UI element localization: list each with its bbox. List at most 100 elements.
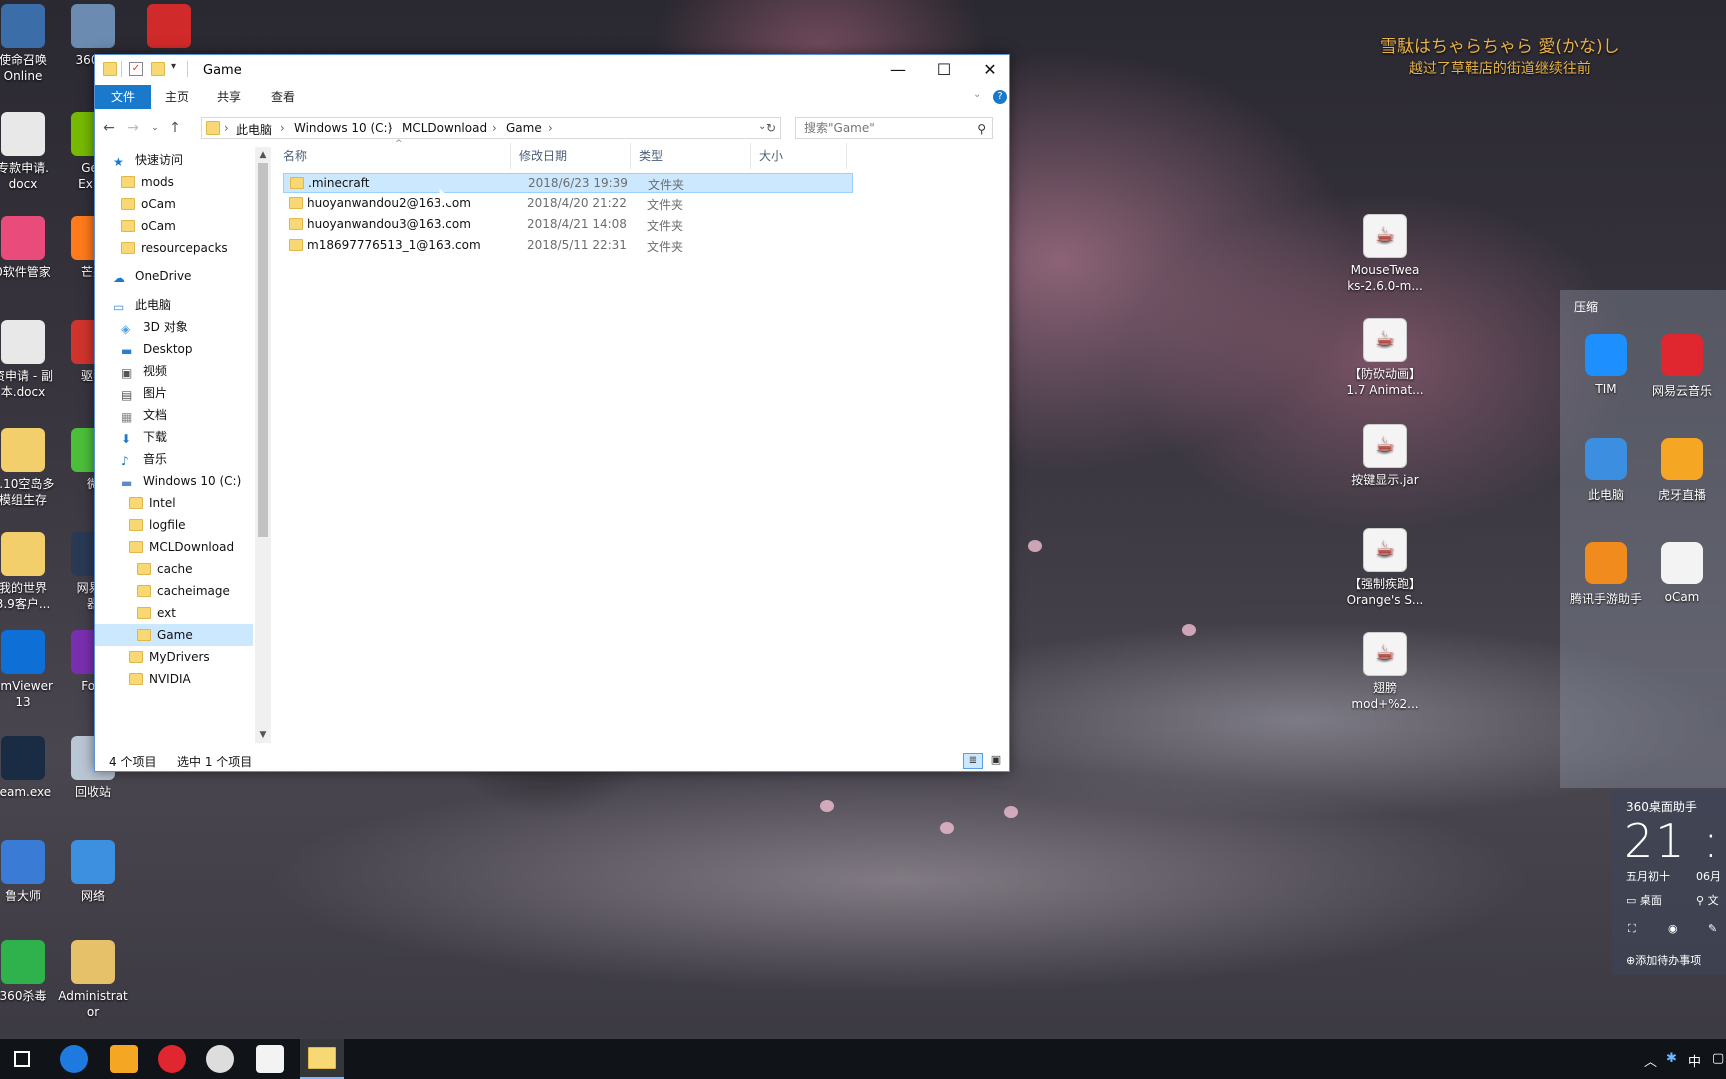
- panel-shortcut[interactable]: 虎牙直播: [1642, 438, 1722, 503]
- search-input[interactable]: 搜索"Game" ⚲: [795, 117, 993, 139]
- nav-item[interactable]: ▤ 图片: [95, 382, 253, 404]
- address-bar[interactable]: › 此电脑 › Windows 10 (C:) › MCLDownload › …: [201, 117, 781, 139]
- nav-item[interactable]: ☁ OneDrive: [95, 265, 253, 287]
- quick-access-dropdown-icon[interactable]: ▾: [171, 61, 176, 72]
- desktop-shortcut[interactable]: Administrat or: [50, 940, 136, 1020]
- up-arrow-icon[interactable]: ↑: [165, 118, 185, 138]
- breadcrumb-mcldownload[interactable]: MCLDownload: [402, 121, 487, 135]
- nav-item[interactable]: ⬇ 下载: [95, 426, 253, 448]
- navigation-scrollbar[interactable]: ▲ ▼: [255, 147, 271, 743]
- new-folder-icon[interactable]: [151, 62, 165, 76]
- tab-view[interactable]: 查看: [263, 85, 303, 109]
- nav-item[interactable]: ◈ 3D 对象: [95, 316, 253, 338]
- nav-item[interactable]: oCam: [95, 193, 253, 215]
- nav-item[interactable]: ♪ 音乐: [95, 448, 253, 470]
- nav-item[interactable]: cache: [95, 558, 253, 580]
- minimize-button[interactable]: —: [875, 55, 921, 85]
- breadcrumb-game[interactable]: Game: [506, 121, 542, 135]
- tab-home[interactable]: 主页: [157, 85, 197, 109]
- clock-time: 21 : 3: [1624, 814, 1726, 868]
- desktop-shortcut[interactable]: [126, 4, 212, 52]
- crop-icon[interactable]: ⛶: [1628, 922, 1636, 936]
- kugou-icon[interactable]: [60, 1045, 88, 1073]
- desktop-shortcut[interactable]: 网络: [50, 840, 136, 904]
- breadcrumb-drive[interactable]: Windows 10 (C:): [294, 121, 392, 135]
- folder-icon: [206, 121, 220, 135]
- show-hidden-icons-icon[interactable]: ︿: [1644, 1051, 1657, 1070]
- desktop-jar-file[interactable]: ☕ 按键显示.jar: [1342, 424, 1428, 488]
- nav-item[interactable]: Game: [95, 624, 253, 646]
- nav-item[interactable]: MyDrivers: [95, 646, 253, 668]
- back-arrow-icon[interactable]: ←: [99, 118, 119, 138]
- task-view-icon[interactable]: [14, 1051, 30, 1067]
- notification-icon[interactable]: ▢: [1712, 1051, 1724, 1066]
- desktop-jar-file[interactable]: ☕ 翅膀 mod+%2...: [1342, 632, 1428, 712]
- expand-ribbon-icon[interactable]: ⌄: [973, 89, 981, 100]
- nav-item[interactable]: cacheimage: [95, 580, 253, 602]
- nav-item[interactable]: ▣ 视频: [95, 360, 253, 382]
- desktop-jar-file[interactable]: ☕ MouseTwea ks-2.6.0-m...: [1342, 214, 1428, 294]
- column-type[interactable]: 类型: [631, 143, 751, 169]
- desktop-button[interactable]: ▭ 桌面: [1626, 892, 1662, 908]
- panel-shortcut[interactable]: 腾讯手游助手: [1566, 542, 1646, 607]
- nav-item-label: 下载: [143, 430, 168, 444]
- maximize-button[interactable]: ☐: [921, 55, 967, 85]
- nav-item[interactable]: ▦ 文档: [95, 404, 253, 426]
- nav-item[interactable]: ▭ 此电脑: [95, 294, 253, 316]
- close-button[interactable]: ✕: [967, 55, 1013, 85]
- column-date[interactable]: 修改日期: [511, 143, 631, 169]
- nav-item[interactable]: ▬ Desktop: [95, 338, 253, 360]
- huya-taskbar-icon[interactable]: [110, 1045, 138, 1073]
- properties-icon[interactable]: ✓: [129, 62, 143, 76]
- breadcrumb-this-pc[interactable]: 此电脑: [236, 121, 272, 138]
- column-size[interactable]: 大小: [751, 143, 847, 169]
- desktop-jar-file[interactable]: ☕ 【防砍动画】 1.7 Animat...: [1342, 318, 1428, 398]
- explorer-taskbar-button[interactable]: [300, 1039, 344, 1079]
- panel-shortcut[interactable]: TIM: [1566, 334, 1646, 396]
- large-icons-view-icon[interactable]: ▣: [987, 753, 1005, 769]
- file-row[interactable]: .minecraft 2018/6/23 19:39 文件夹: [283, 173, 853, 193]
- nav-item[interactable]: ext: [95, 602, 253, 624]
- recent-locations-icon[interactable]: ⌄: [145, 118, 165, 138]
- folder-icon: [137, 585, 151, 597]
- scrollbar-thumb[interactable]: [258, 163, 268, 537]
- details-view-icon[interactable]: ≣: [963, 753, 983, 769]
- forward-arrow-icon[interactable]: →: [123, 118, 143, 138]
- tab-file[interactable]: 文件: [95, 85, 151, 109]
- avatar-app-icon[interactable]: [206, 1045, 234, 1073]
- file-row[interactable]: m18697776513_1@163.com 2018/5/11 22:31 文件夹: [283, 236, 853, 256]
- panel-shortcut[interactable]: 网易云音乐: [1642, 334, 1722, 399]
- edit-icon[interactable]: ✎: [1708, 922, 1717, 935]
- nav-item[interactable]: ▬ Windows 10 (C:): [95, 470, 253, 492]
- nav-item[interactable]: Intel: [95, 492, 253, 514]
- ocam-taskbar-icon[interactable]: [256, 1045, 284, 1073]
- ime-indicator[interactable]: 中: [1688, 1051, 1701, 1070]
- add-todo-button[interactable]: ⊕添加待办事项: [1626, 952, 1701, 968]
- scroll-up-icon[interactable]: ▲: [255, 147, 271, 163]
- tray-app-icon[interactable]: ✱: [1666, 1051, 1677, 1066]
- nav-item[interactable]: logfile: [95, 514, 253, 536]
- wings-mod-jar-icon: ☕: [1363, 632, 1407, 676]
- refresh-icon[interactable]: ↻: [766, 121, 776, 135]
- nav-item[interactable]: resourcepacks: [95, 237, 253, 259]
- desktop-jar-file[interactable]: ☕ 【强制疾跑】 Orange's S...: [1342, 528, 1428, 608]
- nav-item[interactable]: ★ 快速访问: [95, 149, 253, 171]
- scroll-down-icon[interactable]: ▼: [255, 727, 271, 743]
- tab-share[interactable]: 共享: [209, 85, 249, 109]
- file-row[interactable]: huoyanwandou3@163.com 2018/4/21 14:08 文件夹: [283, 215, 853, 235]
- nav-item[interactable]: oCam: [95, 215, 253, 237]
- column-name[interactable]: 名称: [275, 143, 511, 169]
- nav-item[interactable]: NVIDIA: [95, 668, 253, 690]
- widget-search-button[interactable]: ⚲ 文: [1696, 892, 1719, 908]
- cod-icon: [1, 4, 45, 48]
- folder-world-icon: [1, 532, 45, 576]
- netease-music-taskbar-icon[interactable]: [158, 1045, 186, 1073]
- nav-item-label: mods: [141, 175, 174, 189]
- nav-item[interactable]: MCLDownload: [95, 536, 253, 558]
- eye-icon[interactable]: ◉: [1668, 922, 1678, 935]
- help-icon[interactable]: ?: [993, 90, 1007, 104]
- panel-shortcut[interactable]: oCam: [1642, 542, 1722, 604]
- nav-item[interactable]: mods: [95, 171, 253, 193]
- file-row[interactable]: huoyanwandou2@163.com 2018/4/20 21:22 文件夹: [283, 194, 853, 214]
- panel-shortcut[interactable]: 此电脑: [1566, 438, 1646, 503]
